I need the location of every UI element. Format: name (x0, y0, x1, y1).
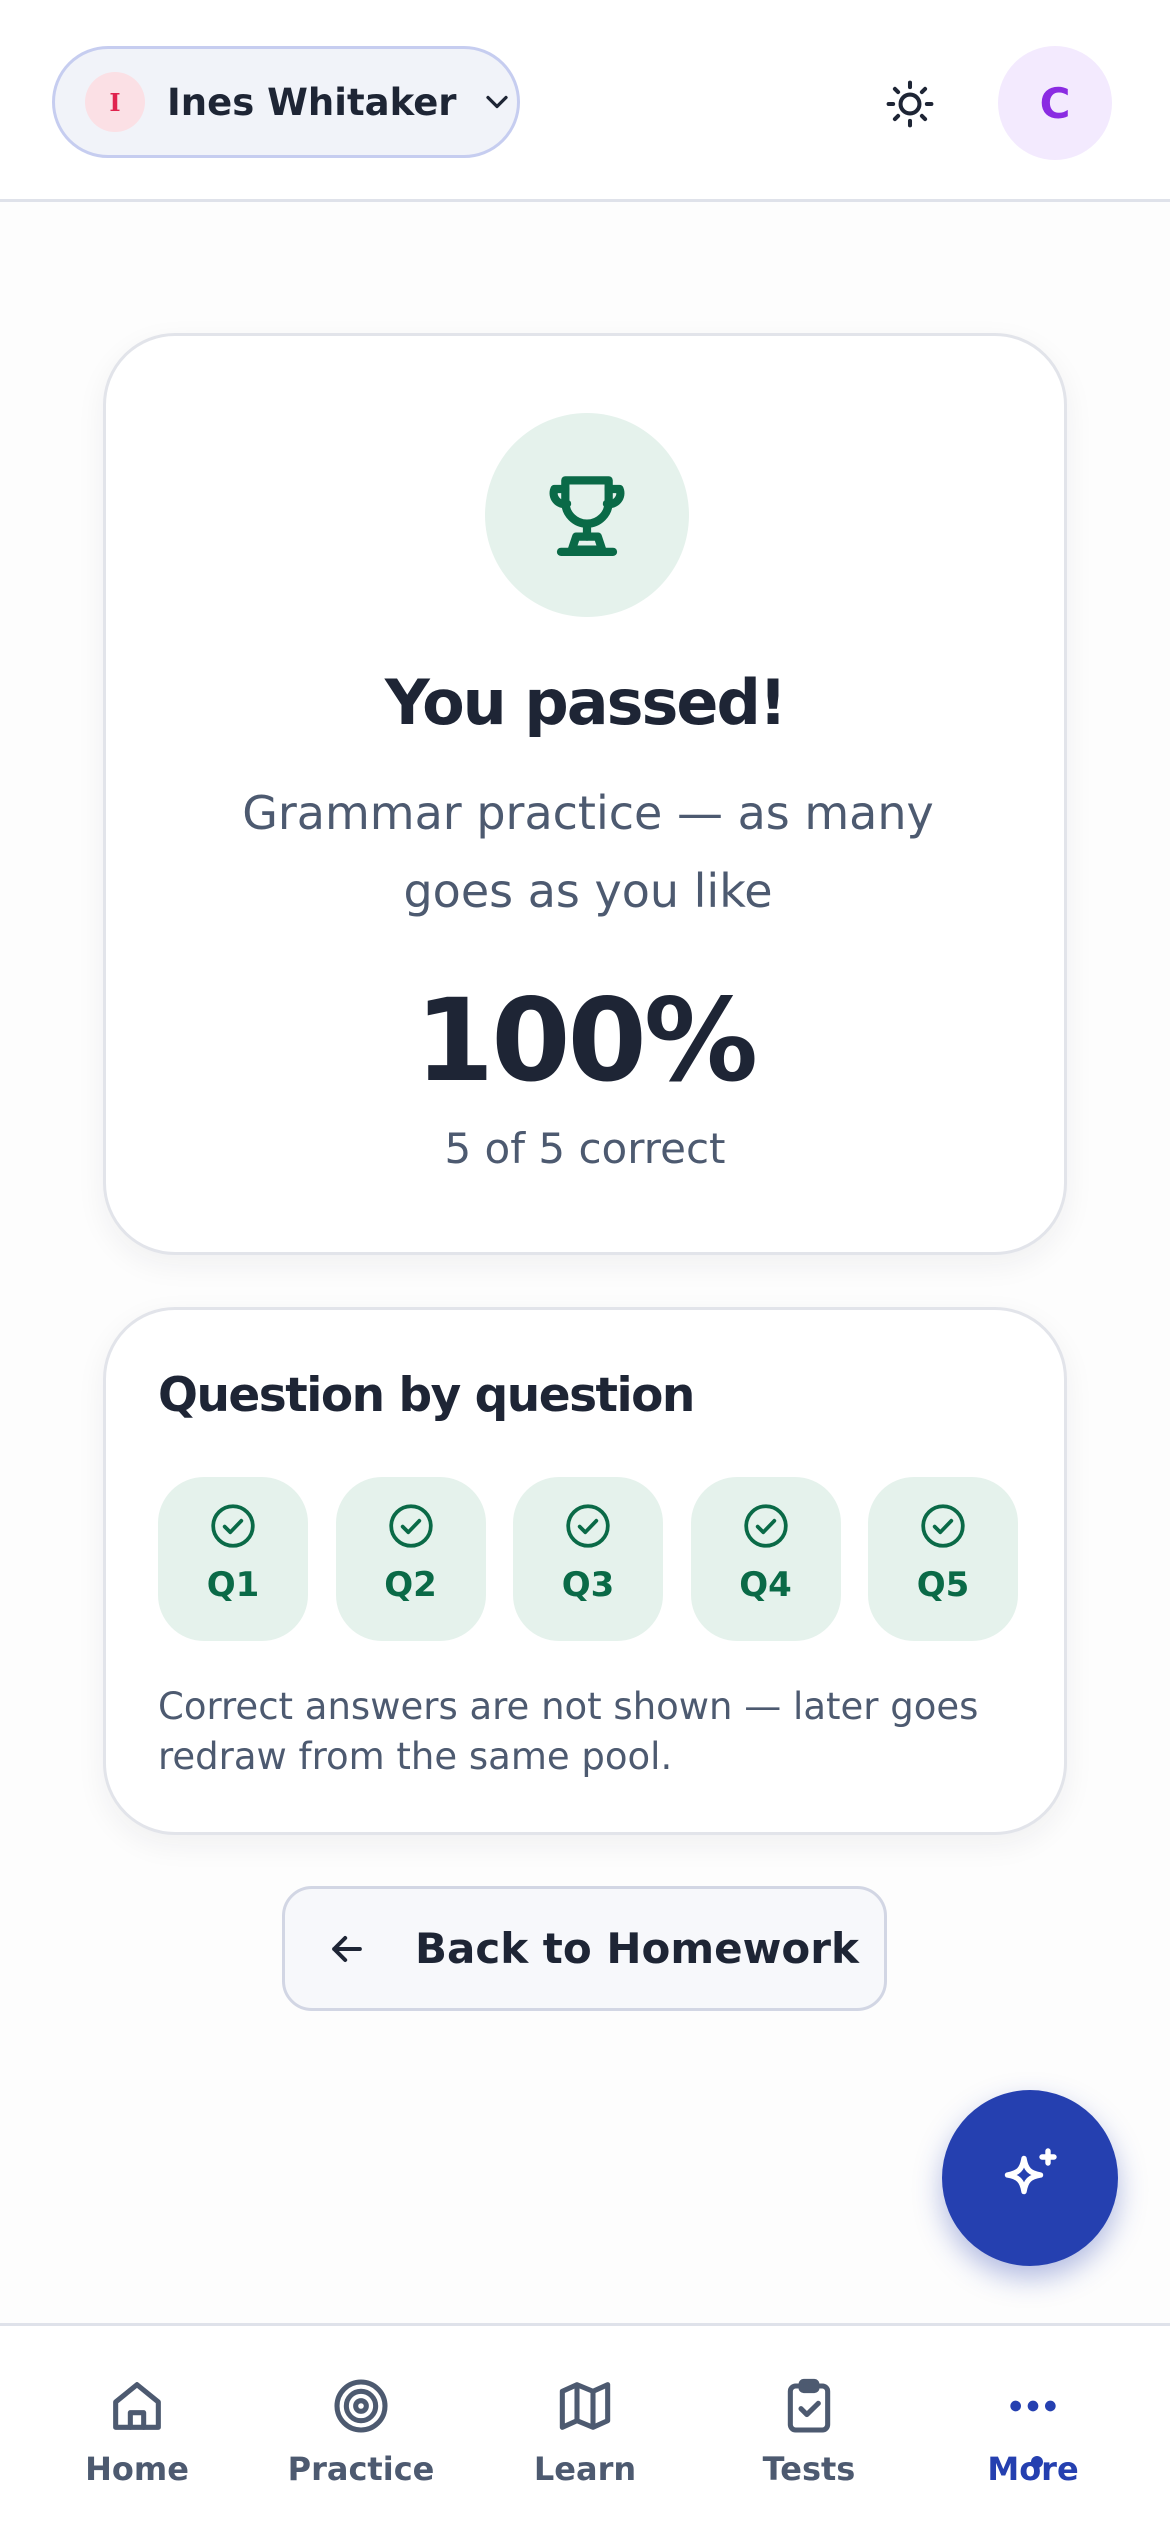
nav-item-learn[interactable]: Learn (485, 2374, 685, 2504)
check-circle-icon (211, 1504, 255, 1548)
sparkle-icon (1004, 2148, 1057, 2195)
sun-icon (886, 80, 934, 128)
back-button-label: Back to Homework (415, 1924, 859, 1973)
nav-label: Learn (533, 2450, 637, 2488)
question-label: Q5 (916, 1565, 970, 1605)
question-breakdown-card: Question by question Q1 Q2 Q3 Q4 Q5 Corr… (103, 1307, 1067, 1835)
check-circle-icon (743, 1504, 788, 1548)
more-dots-icon (1010, 2400, 1056, 2412)
question-chip-q5[interactable]: Q5 (868, 1477, 1018, 1641)
check-circle-icon (388, 1504, 433, 1548)
nav-item-more[interactable]: More (933, 2374, 1133, 2504)
nav-item-practice[interactable]: Practice (261, 2374, 461, 2504)
chevron-down-icon (485, 95, 508, 109)
map-icon (559, 2382, 611, 2430)
nav-item-tests[interactable]: Tests (709, 2374, 909, 2504)
ai-assistant-button[interactable] (942, 2090, 1118, 2266)
question-label: Q3 (561, 1565, 615, 1605)
active-indicator-dot (1031, 2456, 1043, 2468)
trophy-icon (549, 476, 625, 556)
result-subtitle: Grammar practice — as many goes as you l… (242, 786, 934, 918)
question-chip-row: Q1 Q2 Q3 Q4 Q5 (158, 1477, 1018, 1641)
nav-label: Tests (762, 2450, 856, 2488)
result-card: You passed! Grammar practice — as many g… (103, 333, 1067, 1255)
question-chip-q4[interactable]: Q4 (690, 1477, 841, 1641)
score-percentage: 100% (414, 974, 758, 1107)
question-label: Q1 (206, 1565, 260, 1605)
breakdown-note: Correct answers are not shown — later go… (158, 1685, 979, 1778)
back-to-homework-button[interactable]: Back to Homework (282, 1886, 887, 2011)
home-icon (113, 2382, 161, 2430)
user-avatar[interactable]: C (998, 46, 1112, 160)
question-chip-q1[interactable]: Q1 (158, 1477, 308, 1641)
result-title: You passed! (384, 666, 787, 739)
top-bar: I Ines Whitaker C (0, 0, 1170, 202)
question-label: Q4 (739, 1565, 792, 1605)
profile-avatar: I (85, 72, 145, 132)
nav-label: More (987, 2450, 1079, 2488)
breakdown-title: Question by question (158, 1368, 695, 1423)
trophy-badge (485, 413, 689, 617)
nav-item-home[interactable]: Home (37, 2374, 237, 2504)
correct-count: 5 of 5 correct (444, 1124, 726, 1173)
nav-label: Practice (287, 2450, 435, 2488)
check-circle-icon (566, 1504, 610, 1548)
nav-label: Home (85, 2450, 189, 2488)
check-circle-icon (921, 1504, 965, 1548)
target-icon (334, 2379, 388, 2433)
question-chip-q3[interactable]: Q3 (513, 1477, 663, 1641)
theme-toggle-button[interactable] (878, 72, 942, 136)
clipboard-check-icon (787, 2378, 831, 2433)
profile-switcher[interactable]: I Ines Whitaker (52, 46, 520, 158)
question-chip-q2[interactable]: Q2 (335, 1477, 486, 1641)
question-label: Q2 (384, 1565, 437, 1605)
arrow-left-icon (332, 1935, 362, 1962)
bottom-navigation: Home Practice Learn Tests More (0, 2323, 1170, 2532)
profile-name: Ines Whitaker (167, 80, 457, 124)
